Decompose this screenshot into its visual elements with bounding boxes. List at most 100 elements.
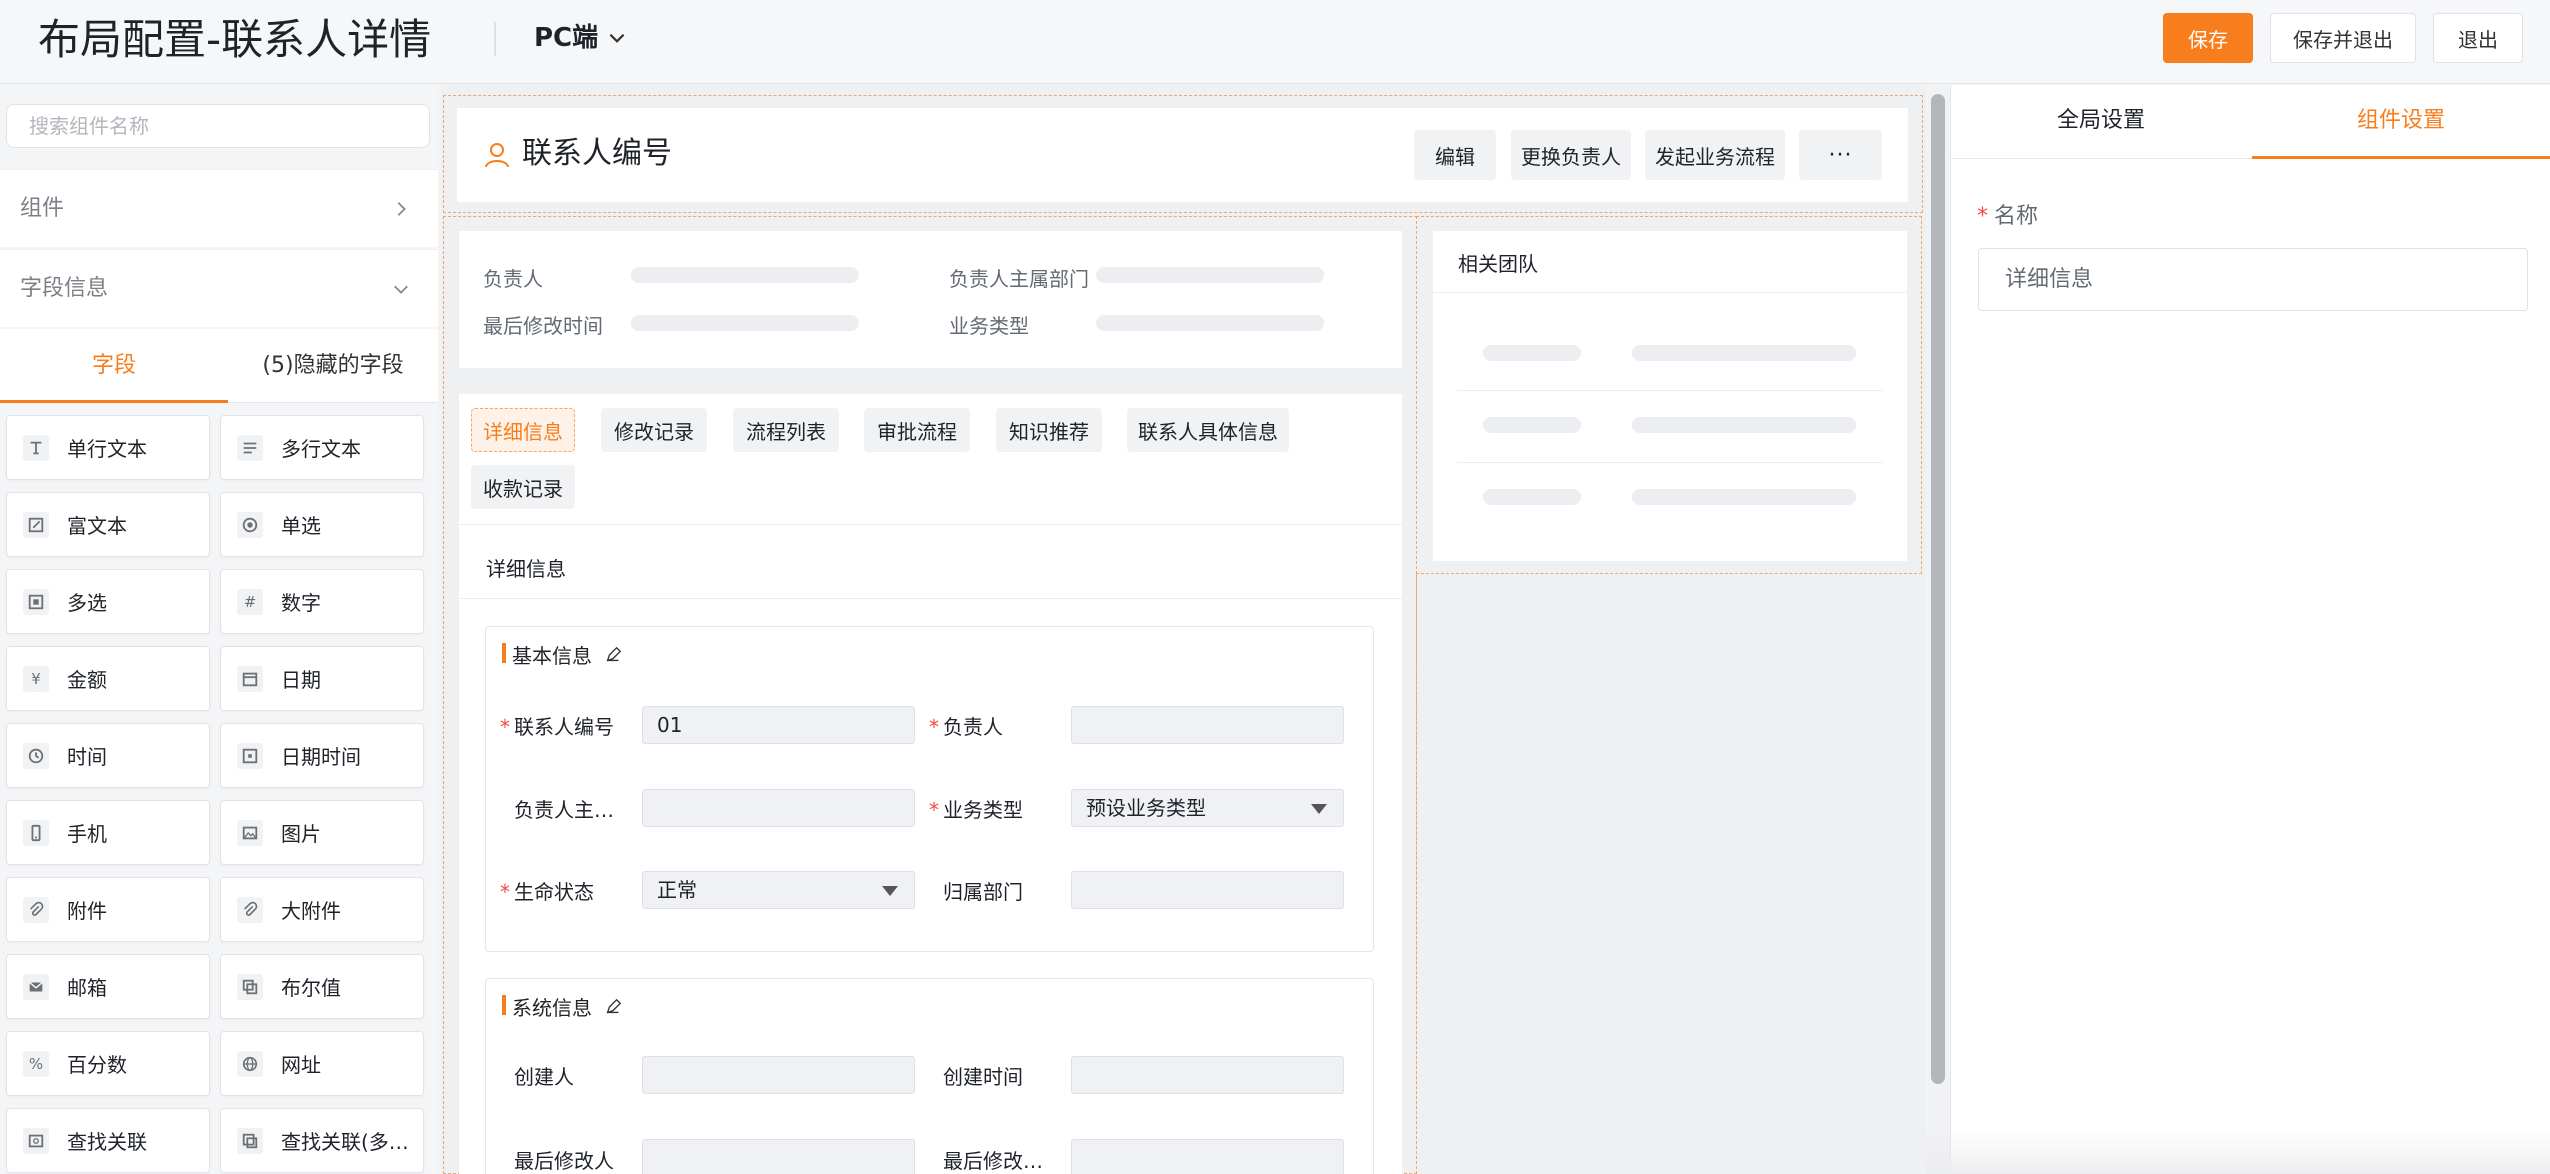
field-type-item[interactable]: ¥ 金额 — [6, 646, 210, 711]
biz-type-select[interactable]: 预设业务类型 — [1071, 789, 1344, 827]
rich-text-icon — [23, 511, 49, 538]
summary-label-biz-type: 业务类型 — [949, 314, 1029, 338]
exit-button[interactable]: 退出 — [2433, 13, 2523, 63]
tab-payment-records[interactable]: 收款记录 — [471, 465, 575, 509]
field-type-label: 大附件 — [281, 899, 341, 923]
skeleton-placeholder — [1096, 267, 1324, 283]
field-type-item[interactable]: 日期时间 — [220, 723, 424, 788]
field-type-item[interactable]: 时间 — [6, 723, 210, 788]
boolean-icon — [237, 973, 263, 1000]
field-type-label: 图片 — [281, 822, 321, 846]
team-row-divider — [1457, 462, 1883, 463]
related-team-card[interactable] — [1433, 231, 1907, 561]
field-type-item[interactable]: # 数字 — [220, 569, 424, 634]
tab-change-log[interactable]: 修改记录 — [601, 408, 707, 452]
system-info-group[interactable]: 系统信息 创建人 创建时间 最后修改人 最后修改… — [485, 978, 1374, 1174]
field-type-item[interactable]: 网址 — [220, 1031, 424, 1096]
radio-icon — [237, 511, 263, 538]
change-owner-button[interactable]: 更换负责人 — [1511, 130, 1631, 180]
tab-hidden-fields[interactable]: (5)隐藏的字段 — [228, 329, 438, 403]
lookup-icon — [23, 1127, 49, 1154]
field-type-label: 布尔值 — [281, 976, 341, 1000]
field-type-label: 多行文本 — [281, 437, 361, 461]
section-title: 详细信息 — [486, 557, 566, 581]
field-type-item[interactable]: 图片 — [220, 800, 424, 865]
tab-detail-info[interactable]: 详细信息 — [471, 408, 575, 452]
summary-label-last-modified: 最后修改时间 — [483, 314, 603, 338]
creator-field[interactable] — [642, 1056, 915, 1094]
page-title: 布局配置-联系人详情 — [38, 15, 432, 64]
chevron-down-icon — [394, 285, 408, 294]
section-divider — [459, 598, 1402, 599]
field-type-item[interactable]: 附件 — [6, 877, 210, 942]
components-section-toggle[interactable]: 组件 — [0, 169, 438, 247]
lookup-multi-icon — [237, 1127, 263, 1154]
platform-dropdown[interactable]: PC端 — [534, 18, 628, 58]
contact-code-field[interactable]: 01 — [642, 706, 915, 744]
summary-label-owner: 负责人 — [483, 267, 543, 291]
save-and-exit-button[interactable]: 保存并退出 — [2270, 13, 2416, 63]
dept-field[interactable] — [1071, 871, 1344, 909]
skeleton-placeholder — [1483, 345, 1581, 361]
skeleton-placeholder — [1632, 417, 1856, 433]
canvas-scrollbar-thumb[interactable] — [1931, 94, 1945, 1084]
edit-pencil-icon[interactable] — [604, 998, 622, 1016]
mail-icon — [23, 973, 49, 1000]
field-type-label: 时间 — [67, 745, 107, 769]
field-label-biz-type: * 业务类型 — [929, 798, 1023, 822]
edit-pencil-icon[interactable] — [604, 646, 622, 664]
group-title-bar — [502, 643, 506, 663]
basic-info-group[interactable]: 基本信息 * 联系人编号 01 * 负责人 负责人主… * 业务类型 预设业务类型 *… — [485, 626, 1374, 952]
tab-knowledge[interactable]: 知识推荐 — [996, 408, 1102, 452]
field-type-item[interactable]: 邮箱 — [6, 954, 210, 1019]
field-type-item[interactable]: 富文本 — [6, 492, 210, 557]
hash-icon: # — [237, 588, 263, 615]
field-type-item[interactable]: 单选 — [220, 492, 424, 557]
platform-label: PC端 — [534, 23, 599, 53]
component-search-input[interactable]: 搜索组件名称 — [6, 104, 430, 148]
field-info-section-toggle[interactable]: 字段信息 — [0, 249, 438, 327]
field-type-item[interactable]: 日期 — [220, 646, 424, 711]
field-type-item[interactable]: 多选 — [6, 569, 210, 634]
created-at-field[interactable] — [1071, 1056, 1344, 1094]
tab-approval-flow[interactable]: 审批流程 — [864, 408, 970, 452]
field-type-item[interactable]: 布尔值 — [220, 954, 424, 1019]
tab-flow-list[interactable]: 流程列表 — [733, 408, 839, 452]
tab-fields[interactable]: 字段 — [0, 329, 228, 403]
field-type-label: 日期时间 — [281, 745, 361, 769]
last-modified-at-field[interactable] — [1071, 1139, 1344, 1174]
save-button[interactable]: 保存 — [2163, 13, 2253, 63]
field-type-item[interactable]: 多行文本 — [220, 415, 424, 480]
more-actions-button[interactable]: ··· — [1799, 130, 1882, 180]
summary-label-owner-dept: 负责人主属部门 — [949, 267, 1089, 291]
field-label-lifecycle: * 生命状态 — [500, 880, 594, 904]
field-type-label: 单选 — [281, 514, 321, 538]
percent-icon: % — [23, 1050, 49, 1077]
tab-component-settings[interactable]: 组件设置 — [2252, 85, 2550, 159]
large-attachment-icon — [237, 896, 263, 923]
multiline-text-icon — [237, 434, 263, 461]
summary-card[interactable] — [459, 231, 1402, 368]
owner-dept-field[interactable] — [642, 789, 915, 827]
field-type-item[interactable]: 单行文本 — [6, 415, 210, 480]
field-type-item[interactable]: % 百分数 — [6, 1031, 210, 1096]
field-type-item[interactable]: 手机 — [6, 800, 210, 865]
text-icon — [23, 434, 49, 461]
skeleton-placeholder — [1483, 489, 1581, 505]
team-row-divider — [1457, 390, 1883, 391]
field-type-label: 查找关联(多… — [281, 1130, 409, 1154]
last-modifier-field[interactable] — [642, 1139, 915, 1174]
field-type-item[interactable]: 查找关联(多… — [220, 1108, 424, 1173]
field-label-owner: * 负责人 — [929, 715, 1003, 739]
field-type-label: 查找关联 — [67, 1130, 147, 1154]
start-business-flow-button[interactable]: 发起业务流程 — [1645, 130, 1785, 180]
edit-button[interactable]: 编辑 — [1414, 130, 1496, 180]
component-name-input[interactable]: 详细信息 — [1978, 248, 2528, 311]
lifecycle-select[interactable]: 正常 — [642, 871, 915, 909]
owner-field[interactable] — [1071, 706, 1344, 744]
field-type-item[interactable]: 查找关联 — [6, 1108, 210, 1173]
tab-contact-details[interactable]: 联系人具体信息 — [1127, 408, 1289, 452]
skeleton-placeholder — [631, 267, 859, 283]
field-type-item[interactable]: 大附件 — [220, 877, 424, 942]
tab-global-settings[interactable]: 全局设置 — [1950, 85, 2252, 159]
